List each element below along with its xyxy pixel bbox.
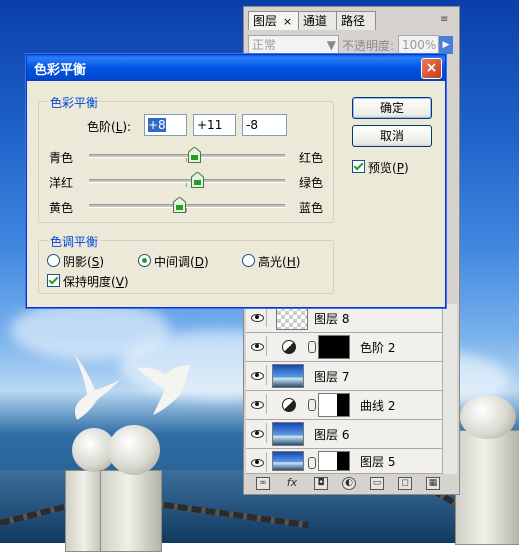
layers-toolbar: ∞ fx ◘ ◐ ▭ ◻ ▦	[246, 475, 456, 491]
layer-row[interactable]: 图层 6	[246, 420, 456, 449]
opacity-label: 不透明度:	[342, 39, 395, 53]
chevron-down-icon: ▼	[326, 38, 336, 52]
slider-track[interactable]	[89, 204, 285, 208]
link-icon	[308, 399, 316, 411]
stone-post	[455, 430, 519, 545]
layer-name: 图层 5	[360, 455, 396, 469]
radio-highlights-label[interactable]: 高光(H)	[258, 253, 300, 270]
color-balance-group: 色彩平衡 色阶(L): +8 +11 -8 青色 红色 洋红 绿色 黄色 蓝色	[38, 94, 334, 223]
slider-thumb-magenta-green[interactable]	[191, 172, 205, 188]
eye-icon[interactable]	[248, 307, 267, 327]
layer-name: 图层 8	[314, 312, 350, 326]
slider-right-label: 蓝色	[299, 201, 324, 215]
tone-balance-group: 色调平衡 阴影(S) 中间调(D) 高光(H) 保持明度(V)	[38, 233, 334, 294]
levels-label: 色阶(L):	[87, 120, 132, 134]
trash-icon[interactable]: ▦	[426, 477, 440, 490]
layer-name: 图层 7	[314, 370, 350, 384]
layer-name: 图层 6	[314, 428, 350, 442]
layer-thumbnail	[272, 451, 304, 471]
slider-left-label: 黄色	[49, 201, 74, 215]
level-field-yellow-blue[interactable]: -8	[242, 114, 287, 136]
preview-checkbox[interactable]	[352, 160, 365, 173]
add-mask-icon[interactable]: ◘	[314, 477, 328, 490]
slider-left-label: 洋红	[49, 176, 74, 190]
radio-highlights[interactable]	[242, 254, 255, 267]
layer-row[interactable]: 色阶 2	[246, 333, 456, 362]
dove-icon	[74, 355, 120, 420]
slider-right-label: 绿色	[299, 176, 324, 190]
stone-post	[100, 470, 162, 552]
link-icon[interactable]: ∞	[256, 477, 270, 490]
layers-scrollbar[interactable]	[442, 304, 457, 474]
opacity-field[interactable]: 100%	[398, 35, 439, 55]
slider-thumb-yellow-blue[interactable]	[172, 197, 186, 213]
layer-row[interactable]: 图层 7	[246, 362, 456, 391]
eye-icon[interactable]	[248, 365, 267, 385]
slider-thumb-cyan-red[interactable]	[188, 147, 202, 163]
new-layer-icon[interactable]: ◻	[398, 477, 412, 490]
tab-channels[interactable]: 通道	[298, 11, 338, 30]
close-icon[interactable]: ×	[283, 15, 292, 28]
preview-label[interactable]: 预览(P)	[368, 159, 409, 176]
panel-tabs: 图层 × 通道 路径 ≡	[244, 11, 459, 31]
layer-row[interactable]: 曲线 2	[246, 391, 456, 420]
blend-mode-select[interactable]: 正常 ▼	[248, 35, 339, 55]
adjustment-layer-icon[interactable]: ◐	[342, 477, 356, 490]
radio-midtones-label[interactable]: 中间调(D)	[154, 253, 209, 270]
color-balance-dialog: 色彩平衡 × 色彩平衡 色阶(L): +8 +11 -8 青色 红色 洋红 绿色…	[26, 54, 446, 308]
adjustment-icon	[282, 398, 296, 412]
radio-shadows-label[interactable]: 阴影(S)	[63, 253, 104, 270]
eye-icon[interactable]	[248, 336, 267, 356]
radio-midtones[interactable]	[138, 254, 151, 267]
preserve-luminosity-label[interactable]: 保持明度(V)	[63, 273, 129, 290]
close-icon: ×	[425, 60, 438, 76]
dialog-titlebar[interactable]: 色彩平衡 ×	[27, 55, 445, 81]
slider-track[interactable]	[89, 154, 285, 158]
level-field-cyan-red[interactable]: +8	[144, 114, 187, 136]
level-field-magenta-green[interactable]: +11	[193, 114, 236, 136]
ok-button[interactable]: 确定	[352, 97, 432, 119]
eye-icon[interactable]	[248, 452, 267, 472]
group-label: 色彩平衡	[48, 94, 101, 111]
eye-icon[interactable]	[248, 394, 267, 414]
radio-shadows[interactable]	[47, 254, 60, 267]
layer-mask-thumbnail	[318, 393, 350, 417]
layer-row[interactable]: 图层 5	[246, 449, 456, 474]
layer-name: 曲线 2	[360, 399, 396, 413]
fx-icon[interactable]: fx	[286, 477, 298, 488]
slider-track[interactable]	[89, 179, 285, 183]
opacity-arrow-icon[interactable]: ▶	[439, 36, 453, 54]
close-button[interactable]: ×	[421, 58, 442, 79]
cancel-button[interactable]: 取消	[352, 125, 432, 147]
group-label: 色调平衡	[48, 233, 101, 250]
layer-name: 色阶 2	[360, 341, 396, 355]
adjustment-icon	[282, 340, 296, 354]
layer-thumbnail	[272, 364, 304, 388]
tab-paths[interactable]: 路径	[336, 11, 376, 30]
layer-thumbnail	[276, 306, 308, 330]
preserve-luminosity-checkbox[interactable]	[47, 274, 60, 287]
link-icon	[308, 341, 316, 353]
eye-icon[interactable]	[248, 423, 267, 443]
slider-left-label: 青色	[49, 151, 74, 165]
layer-mask-thumbnail	[318, 451, 350, 471]
layer-row[interactable]: 图层 8	[246, 304, 456, 333]
slider-right-label: 红色	[299, 151, 324, 165]
dialog-title: 色彩平衡	[34, 63, 87, 78]
layer-thumbnail	[272, 422, 304, 446]
new-group-icon[interactable]: ▭	[370, 477, 384, 490]
panel-menu-icon[interactable]: ≡	[440, 14, 452, 26]
link-icon	[308, 457, 316, 469]
tab-layers[interactable]: 图层 ×	[248, 11, 300, 30]
dove-icon	[137, 365, 190, 415]
layer-mask-thumbnail	[318, 335, 350, 359]
